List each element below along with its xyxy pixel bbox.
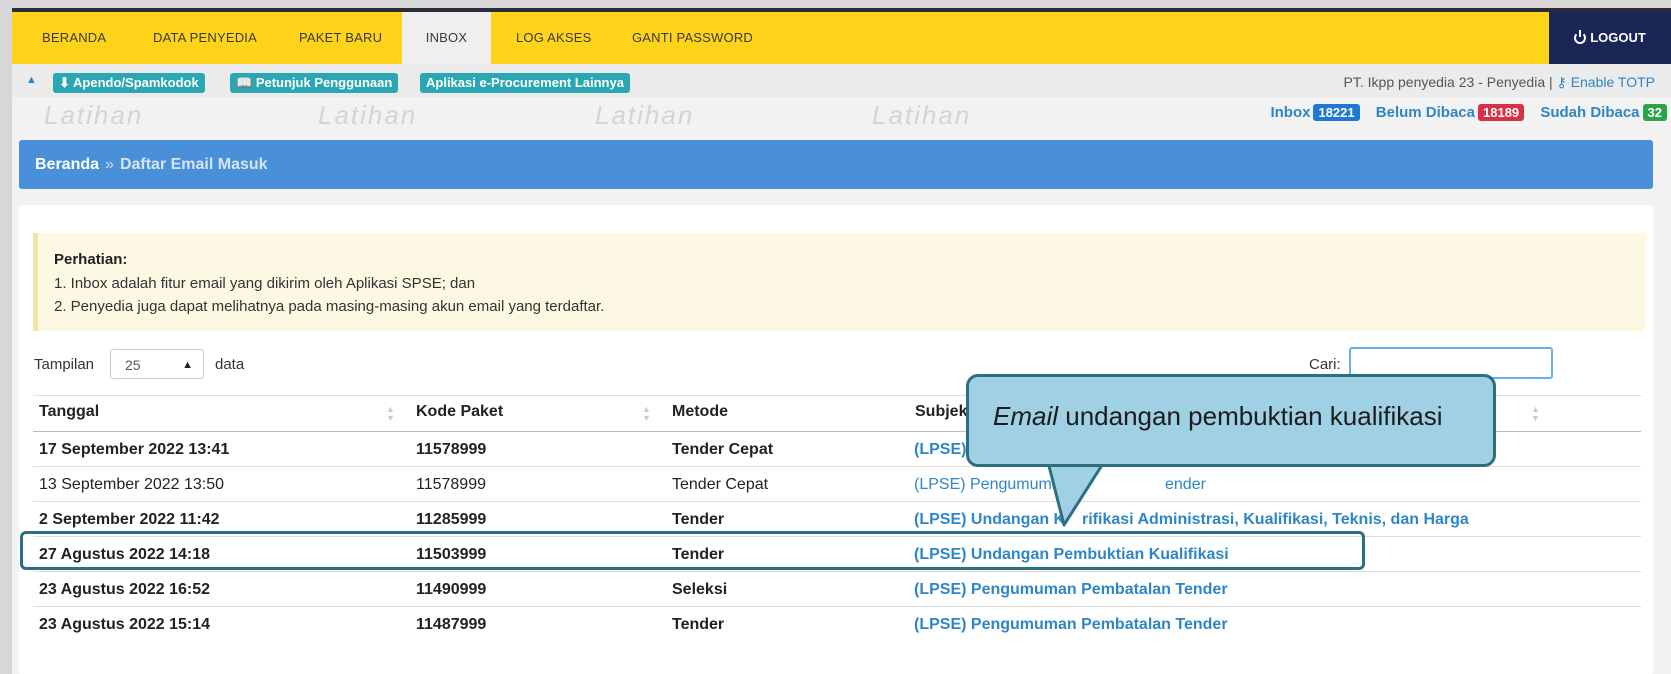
collapse-chevron-icon[interactable]: ▲ — [26, 74, 37, 86]
cell-subject-link-tail[interactable]: ender — [1165, 476, 1206, 494]
nav-inbox[interactable]: INBOX — [402, 12, 491, 64]
watermark: Latihan — [872, 100, 972, 130]
totp-label: Enable TOTP — [1570, 74, 1655, 90]
col-header-kode-paket[interactable]: Kode Paket — [416, 403, 503, 421]
read-count-badge: 32 — [1642, 104, 1667, 121]
nav-paket-baru[interactable]: PAKET BARU — [299, 12, 382, 64]
power-icon — [1574, 30, 1587, 44]
cell-subject-link[interactable]: (LPSE) Pengumuman Pembatalan Tender — [914, 581, 1228, 599]
sort-icon: ▲ ▼ — [386, 404, 395, 423]
row-divider — [33, 606, 1641, 607]
alert-title: Perhatian: — [54, 251, 128, 268]
cell-method: Tender — [672, 511, 725, 528]
watermark: Latihan — [318, 100, 418, 130]
app-window: BERANDA DATA PENYEDIA PAKET BARU INBOX L… — [12, 8, 1671, 674]
nav-beranda[interactable]: BERANDA — [42, 12, 106, 64]
cell-date: 23 Agustus 2022 16:52 — [39, 581, 211, 598]
cell-date: 2 September 2022 11:42 — [39, 511, 220, 528]
cell-code: 11487999 — [416, 616, 487, 633]
nav-ganti-password[interactable]: GANTI PASSWORD — [632, 12, 753, 64]
top-nav: BERANDA DATA PENYEDIA PAKET BARU INBOX L… — [12, 12, 1671, 64]
notice-alert: Perhatian: 1. Inbox adalah fitur email y… — [33, 233, 1646, 331]
sort-icon: ▲ ▼ — [1531, 404, 1540, 423]
apendo-link[interactable]: ⬇ Apendo/Spamkodok — [53, 73, 205, 93]
breadcrumb-current: Daftar Email Masuk — [119, 156, 268, 173]
cell-method: Tender Cepat — [672, 441, 774, 458]
col-header-subjek[interactable]: Subjek — [915, 403, 967, 421]
cell-code: 11578999 — [416, 476, 486, 493]
updown-icon: ▲︎ — [182, 359, 193, 371]
alert-line-1: 1. Inbox adalah fitur email yang dikirim… — [54, 275, 476, 292]
inbox-count-badge: 18221 — [1313, 104, 1360, 121]
watermark: Latihan — [44, 100, 144, 130]
mail-counters: Inbox 18221 Belum Dibaca 18189 Sudah Dibac… — [1270, 104, 1667, 121]
cell-date: 23 Agustus 2022 15:14 — [39, 616, 211, 633]
unread-count-badge: 18189 — [1478, 104, 1525, 121]
cell-date: 17 September 2022 13:41 — [39, 441, 230, 458]
cell-subject-link[interactable]: (LPSE) Pengumuman Pembatalan Tender — [914, 616, 1228, 634]
cell-date: 13 September 2022 13:50 — [39, 476, 225, 493]
sub-toolbar: ▲ ⬇ Apendo/Spamkodok 📖 Petunjuk Pengguna… — [12, 64, 1671, 97]
callout-rest: undangan pembuktian kualifikasi — [1058, 401, 1443, 431]
cell-code: 11490999 — [416, 581, 487, 598]
nav-log-akses[interactable]: LOG AKSES — [516, 12, 592, 64]
cell-subject-link[interactable]: (LPSE) Pengumuma — [914, 476, 1061, 494]
cell-subject-link[interactable]: (LPSE) Undangan K — [914, 511, 1065, 529]
annotation-callout: Email undangan pembuktian kualifikasi — [966, 374, 1496, 467]
sort-icon: ▲ ▼ — [642, 404, 651, 423]
alert-line-2: 2. Penyedia juga dapat melihatnya pada m… — [54, 298, 605, 315]
user-info: PT. Ikpp penyedia 23 - Penyedia | ⚷ Enab… — [1344, 74, 1655, 91]
page-size-value: 25 — [125, 357, 141, 373]
cell-method: Tender Cepat — [672, 476, 769, 493]
col-header-metode[interactable]: Metode — [672, 403, 728, 421]
logout-button[interactable]: LOGOUT — [1549, 12, 1671, 64]
col-header-tanggal[interactable]: Tanggal — [39, 403, 99, 421]
callout-tail — [1046, 462, 1106, 527]
cell-method: Seleksi — [672, 581, 728, 598]
row-divider — [33, 571, 1641, 572]
enable-totp-link[interactable]: ⚷ Enable TOTP — [1557, 74, 1655, 90]
cell-code: 11578999 — [416, 441, 487, 458]
apendo-label: Apendo/Spamkodok — [73, 75, 199, 90]
read-count-label[interactable]: Sudah Dibaca — [1540, 104, 1639, 121]
row-divider — [33, 501, 1641, 502]
petunjuk-link[interactable]: 📖 Petunjuk Penggunaan — [230, 73, 399, 93]
cell-subject-link[interactable]: (LPSE) — [914, 441, 966, 459]
callout-text: Email undangan pembuktian kualifikasi — [993, 401, 1443, 432]
inbox-count-label[interactable]: Inbox — [1270, 104, 1310, 121]
user-name: PT. Ikpp penyedia 23 - Penyedia | — [1343, 74, 1553, 90]
logout-label: LOGOUT — [1590, 30, 1646, 45]
breadcrumb-home[interactable]: Beranda — [35, 156, 99, 173]
search-label: Cari: — [1309, 356, 1341, 373]
petunjuk-label: Petunjuk Penggunaan — [255, 75, 393, 90]
nav-data-penyedia[interactable]: DATA PENYEDIA — [153, 12, 257, 64]
data-label: data — [215, 356, 245, 373]
cell-method: Tender — [672, 616, 725, 633]
highlight-box — [20, 531, 1365, 570]
callout-emphasis: Email — [993, 401, 1059, 431]
cell-code: 11285999 — [416, 511, 487, 528]
eproc-link[interactable]: Aplikasi e-Procurement Lainnya — [420, 73, 630, 93]
breadcrumb: Beranda » Daftar Email Masuk — [19, 140, 1653, 189]
breadcrumb-separator: » — [105, 156, 114, 173]
show-label: Tampilan — [34, 356, 95, 373]
page-size-select[interactable]: 25 ▲︎ — [110, 349, 204, 379]
watermark: Latihan — [595, 100, 695, 130]
unread-count-label[interactable]: Belum Dibaca — [1376, 104, 1475, 121]
